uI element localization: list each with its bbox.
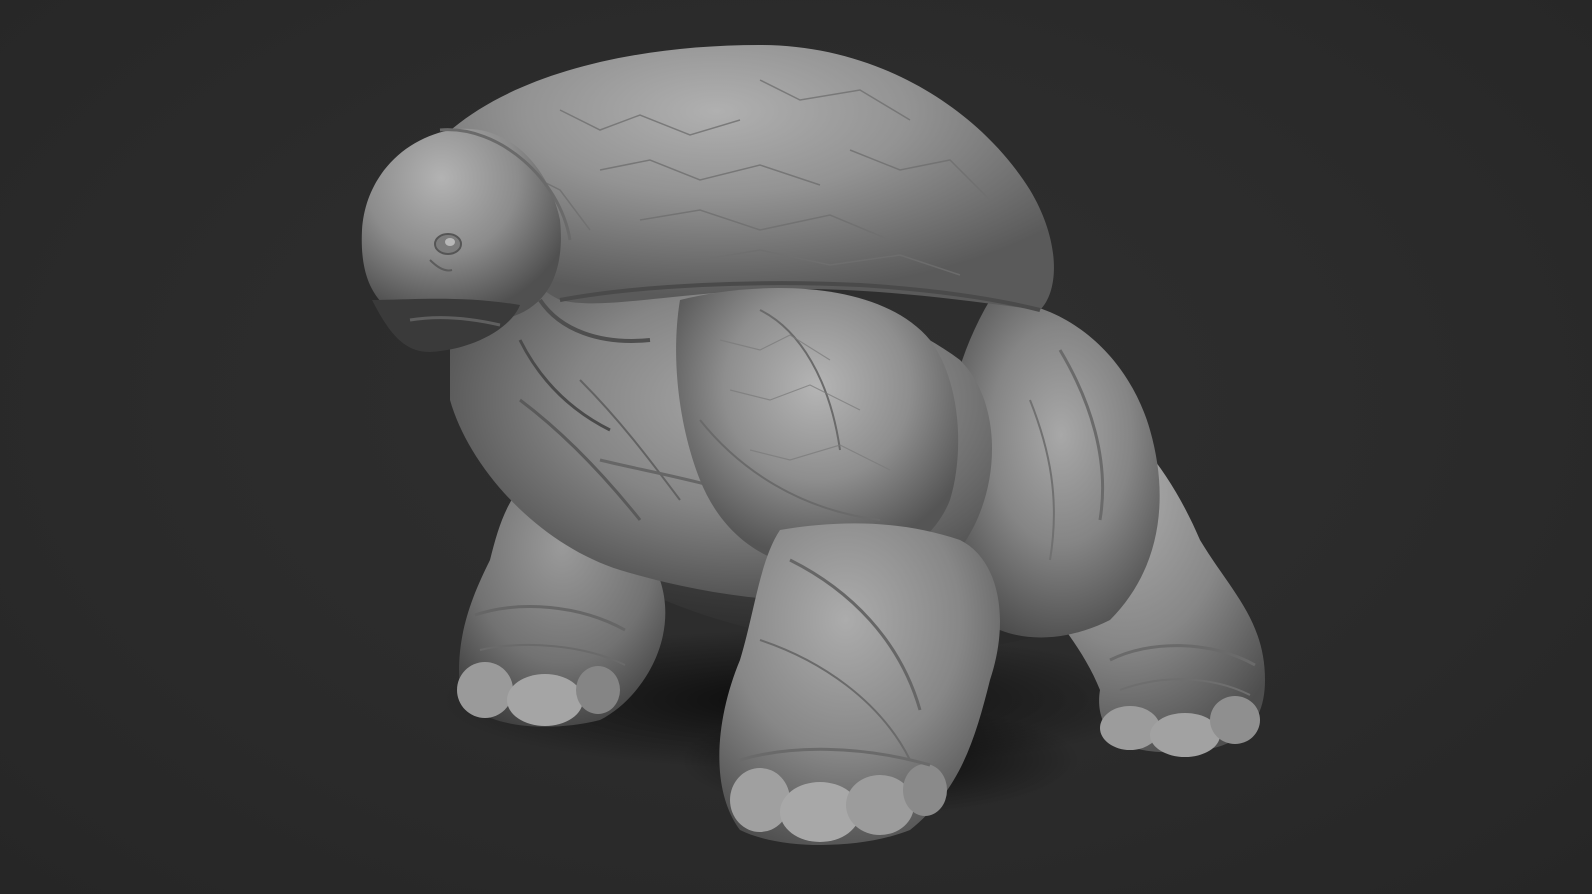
creature-sculpt xyxy=(361,45,1265,845)
render-viewport xyxy=(0,0,1592,894)
